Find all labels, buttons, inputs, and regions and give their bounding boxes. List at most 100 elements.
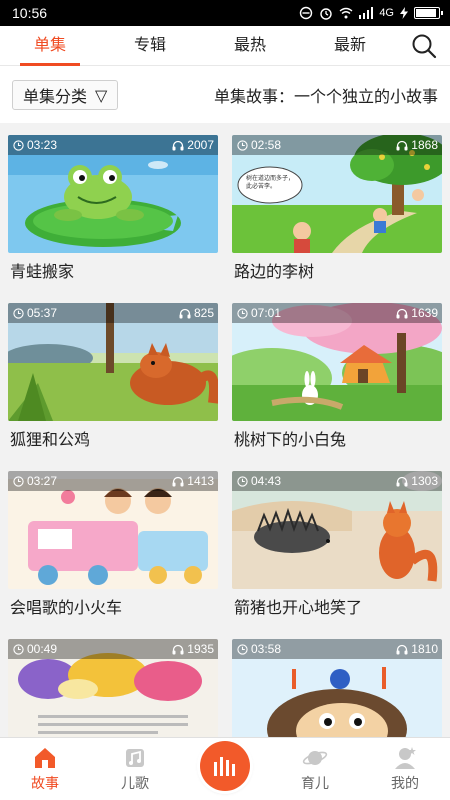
clock-icon: [237, 475, 248, 487]
story-grid: 03:23 2007 青蛙搬家 树在道边而多子，此必苦李。 02:58 1868…: [0, 123, 450, 737]
story-play-count: 1303: [411, 474, 438, 488]
nav-label: 儿歌: [121, 776, 149, 792]
story-title[interactable]: 青蛙搬家: [8, 253, 218, 293]
headphones-icon: [396, 644, 408, 654]
story-title[interactable]: 狐狸和公鸡: [8, 421, 218, 461]
home-icon: [35, 748, 55, 768]
category-dropdown[interactable]: 单集分类 ▽: [12, 80, 119, 110]
thumbnail-info-bar: 05:37 825: [8, 303, 218, 323]
planet-icon: [302, 751, 328, 765]
charging-icon: [400, 7, 408, 19]
player-circle[interactable]: [200, 741, 250, 791]
nav-label: 故事: [31, 776, 59, 792]
story-play-count: 1810: [411, 642, 438, 656]
network-label: 4G: [379, 7, 394, 19]
thumbnail-info-bar: 07:01 1639: [232, 303, 442, 323]
story-duration: 07:01: [251, 306, 282, 320]
alarm-icon: [320, 8, 333, 20]
story-thumbnail[interactable]: 07:01 1639: [232, 303, 442, 421]
story-play-count: 1935: [187, 642, 214, 656]
story-thumbnail[interactable]: 00:49 1935: [8, 639, 218, 737]
thumbnail-info-bar: 03:27 1413: [8, 471, 218, 491]
story-card[interactable]: 05:37 825 狐狸和公鸡: [8, 303, 218, 461]
headphones-icon: [172, 476, 184, 486]
category-dropdown-label: 单集分类: [23, 87, 88, 106]
bottom-nav: 故事 儿歌 育儿 我的: [0, 737, 450, 800]
thumbnail-info-bar: 00:49 1935: [8, 639, 218, 659]
story-duration: 03:27: [27, 474, 58, 488]
status-time: 10:56: [12, 5, 48, 21]
story-card[interactable]: 03:23 2007 青蛙搬家: [8, 135, 218, 293]
chevron-down-icon: ▽: [95, 85, 108, 105]
wifi-icon: [339, 7, 353, 19]
story-title[interactable]: 桃树下的小白兔: [232, 421, 442, 461]
thumbnail-info-bar: 04:43 1303: [232, 471, 442, 491]
thumbnail-info-bar: 03:23 2007: [8, 135, 218, 155]
story-card[interactable]: 03:27 1413 会唱歌的小火车: [8, 471, 218, 629]
story-thumbnail[interactable]: 03:58 1810: [232, 639, 442, 737]
story-thumbnail[interactable]: 03:27 1413: [8, 471, 218, 589]
story-duration: 05:37: [27, 306, 58, 320]
headphones-icon: [396, 140, 408, 150]
clock-icon: [237, 643, 248, 655]
clock-icon: [237, 139, 248, 151]
story-title[interactable]: 路边的李树: [232, 253, 442, 293]
filter-row: 单集分类 ▽ 单集故事：一个个独立的小故事: [0, 67, 450, 123]
search-icon[interactable]: [410, 32, 438, 60]
tab-album[interactable]: 专辑: [100, 26, 200, 66]
tree-sign-text: 树在道边而多子，此必苦李。: [246, 175, 295, 190]
filter-description: 单集故事：一个个独立的小故事: [213, 87, 438, 106]
story-title[interactable]: 箭猪也开心地笑了: [232, 589, 442, 629]
thumbnail-info-bar: 02:58 1868: [232, 135, 442, 155]
battery-icon: [414, 7, 443, 19]
nav-item-parenting[interactable]: 育儿: [270, 738, 360, 800]
tab-newest[interactable]: 最新: [300, 26, 400, 66]
app-screen: 10:56 4G 单集 专辑 最热 最新 单集分类 ▽ 单集故事：一个个独立的小…: [0, 0, 450, 800]
story-card[interactable]: 04:43 1303 箭猪也开心地笑了: [232, 471, 442, 629]
story-thumbnail[interactable]: 04:43 1303: [232, 471, 442, 589]
story-thumbnail[interactable]: 05:37 825: [8, 303, 218, 421]
thumbnail-info-bar: 03:58 1810: [232, 639, 442, 659]
story-play-count: 1868: [411, 138, 438, 152]
story-card[interactable]: 00:49 1935: [8, 639, 218, 737]
story-thumbnail[interactable]: 03:23 2007: [8, 135, 218, 253]
nav-item-songs[interactable]: 儿歌: [90, 738, 180, 800]
headphones-icon: [179, 308, 191, 318]
status-icons: 4G: [299, 6, 443, 20]
clock-icon: [237, 307, 248, 319]
nav-item-mine[interactable]: 我的: [360, 738, 450, 800]
story-duration: 03:23: [27, 138, 58, 152]
story-card[interactable]: 树在道边而多子，此必苦李。 02:58 1868 路边的李树: [232, 135, 442, 293]
story-play-count: 1639: [411, 306, 438, 320]
story-play-count: 2007: [187, 138, 214, 152]
story-thumbnail[interactable]: 树在道边而多子，此必苦李。 02:58 1868: [232, 135, 442, 253]
story-card[interactable]: 03:58 1810: [232, 639, 442, 737]
clock-icon: [13, 139, 24, 151]
headphones-icon: [172, 644, 184, 654]
profile-icon: [395, 747, 416, 769]
headphones-icon: [396, 476, 408, 486]
top-tabs: 单集 专辑 最热 最新: [0, 26, 450, 66]
clock-icon: [13, 643, 24, 655]
story-duration: 00:49: [27, 642, 58, 656]
player-button[interactable]: [180, 738, 270, 800]
tab-single[interactable]: 单集: [0, 26, 100, 66]
nav-label: 我的: [391, 776, 419, 792]
dnd-icon: [300, 6, 313, 20]
story-duration: 02:58: [251, 138, 282, 152]
tab-hottest[interactable]: 最热: [200, 26, 300, 66]
story-play-count: 1413: [187, 474, 214, 488]
clock-icon: [13, 475, 24, 487]
status-bar: 10:56 4G: [0, 0, 450, 26]
nav-label: 育儿: [301, 776, 329, 792]
clock-icon: [13, 307, 24, 319]
story-duration: 03:58: [251, 642, 282, 656]
story-duration: 04:43: [251, 474, 282, 488]
story-card[interactable]: 07:01 1639 桃树下的小白兔: [232, 303, 442, 461]
audio-wave-icon: [214, 757, 235, 776]
signal-icon: [359, 7, 374, 19]
headphones-icon: [172, 140, 184, 150]
story-title[interactable]: 会唱歌的小火车: [8, 589, 218, 629]
nav-item-stories[interactable]: 故事: [0, 738, 90, 800]
story-play-count: 825: [193, 306, 214, 320]
